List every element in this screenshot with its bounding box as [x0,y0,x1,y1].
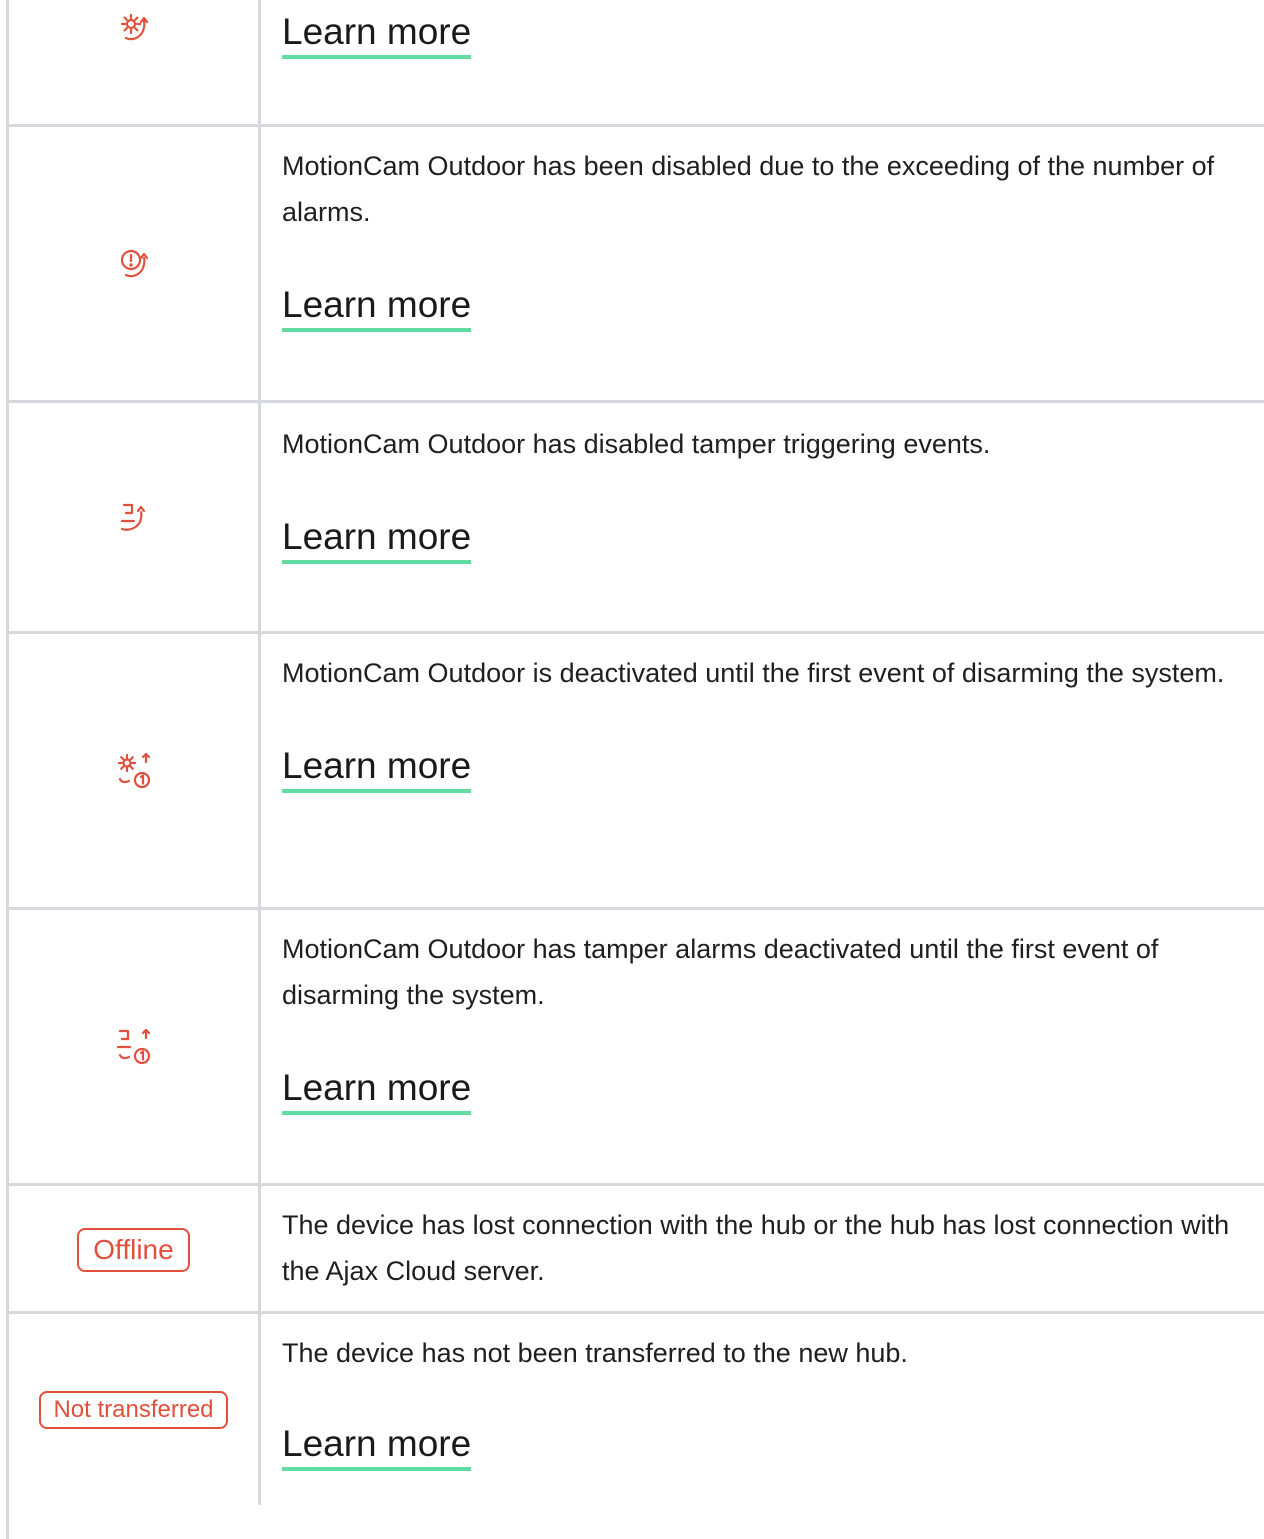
offline-badge: Offline [77,1228,190,1272]
learn-more-link[interactable]: Learn more [282,283,472,332]
icon-cell [9,403,258,631]
learn-more-link[interactable]: Learn more [282,515,472,564]
tamper-rotate-icon [116,499,152,535]
gear-rotate-icon [116,10,152,46]
tamper-once-icon [114,1027,154,1067]
icon-cell: Not transferred [9,1314,258,1505]
table-row: Offline The device has lost connection w… [0,1186,1264,1311]
icon-cell: Offline [9,1186,258,1311]
learn-more-link[interactable]: Learn more [282,744,472,793]
table-row: MotionCam Outdoor is deactivated until t… [0,634,1264,907]
row-description: MotionCam Outdoor has disabled tamper tr… [282,429,991,459]
table-row: MotionCam Outdoor has tamper alarms deac… [0,910,1264,1183]
table-row: Learn more [0,0,1264,124]
learn-more-link[interactable]: Learn more [282,10,472,59]
row-description: The device has not been transferred to t… [282,1338,908,1368]
row-description: MotionCam Outdoor is deactivated until t… [282,658,1225,688]
table-row: MotionCam Outdoor has disabled tamper tr… [0,403,1264,631]
status-table: Learn more MotionCam Outdoor has been di… [0,0,1264,1539]
learn-more-link[interactable]: Learn more [282,1422,472,1471]
table-row: Not transferred The device has not been … [0,1314,1264,1505]
icon-cell [9,127,258,400]
learn-more-link[interactable]: Learn more [282,1066,472,1115]
icon-cell [9,0,258,124]
not-transferred-badge: Not transferred [39,1390,228,1429]
table-row: MotionCam Outdoor has been disabled due … [0,127,1264,400]
gear-once-icon [114,751,154,791]
icon-cell [9,634,258,907]
row-description: MotionCam Outdoor has been disabled due … [282,151,1215,227]
row-description: The device has lost connection with the … [282,1210,1230,1286]
icon-cell [9,910,258,1183]
row-description: MotionCam Outdoor has tamper alarms deac… [282,934,1159,1010]
alert-rotate-icon [116,246,152,282]
